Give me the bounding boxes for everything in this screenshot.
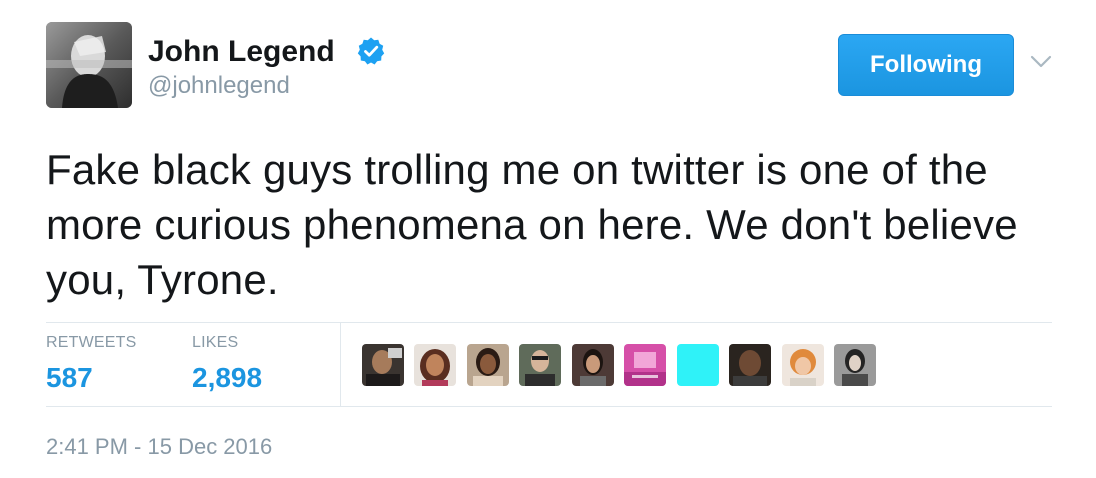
liker-avatar[interactable]: [467, 344, 509, 386]
liker-avatar[interactable]: [729, 344, 771, 386]
divider: [46, 406, 1052, 407]
liker-avatar[interactable]: [362, 344, 404, 386]
tweet-card: John Legend @johnlegend Following Fake b…: [0, 0, 1096, 478]
liker-avatar[interactable]: [414, 344, 456, 386]
avatar[interactable]: [46, 22, 132, 108]
stats-separator: [340, 323, 341, 406]
retweets-label[interactable]: RETWEETS: [46, 334, 137, 352]
chevron-down-icon[interactable]: [1030, 54, 1052, 70]
verified-badge-icon: [357, 37, 385, 65]
liker-avatar[interactable]: [834, 344, 876, 386]
display-name[interactable]: John Legend: [148, 34, 335, 70]
liker-avatar[interactable]: [782, 344, 824, 386]
liker-avatar[interactable]: [519, 344, 561, 386]
retweets-count[interactable]: 587: [46, 362, 93, 394]
tweet-text: Fake black guys trolling me on twitter i…: [46, 146, 1018, 303]
likes-label[interactable]: LIKES: [192, 334, 238, 352]
username[interactable]: @johnlegend: [148, 72, 290, 100]
likes-count[interactable]: 2,898: [192, 362, 262, 394]
liker-avatar[interactable]: [677, 344, 719, 386]
liker-avatar[interactable]: [624, 344, 666, 386]
liker-avatar[interactable]: [572, 344, 614, 386]
following-button[interactable]: Following: [838, 34, 1014, 96]
timestamp[interactable]: 2:41 PM - 15 Dec 2016: [46, 434, 272, 460]
divider: [46, 322, 1052, 323]
